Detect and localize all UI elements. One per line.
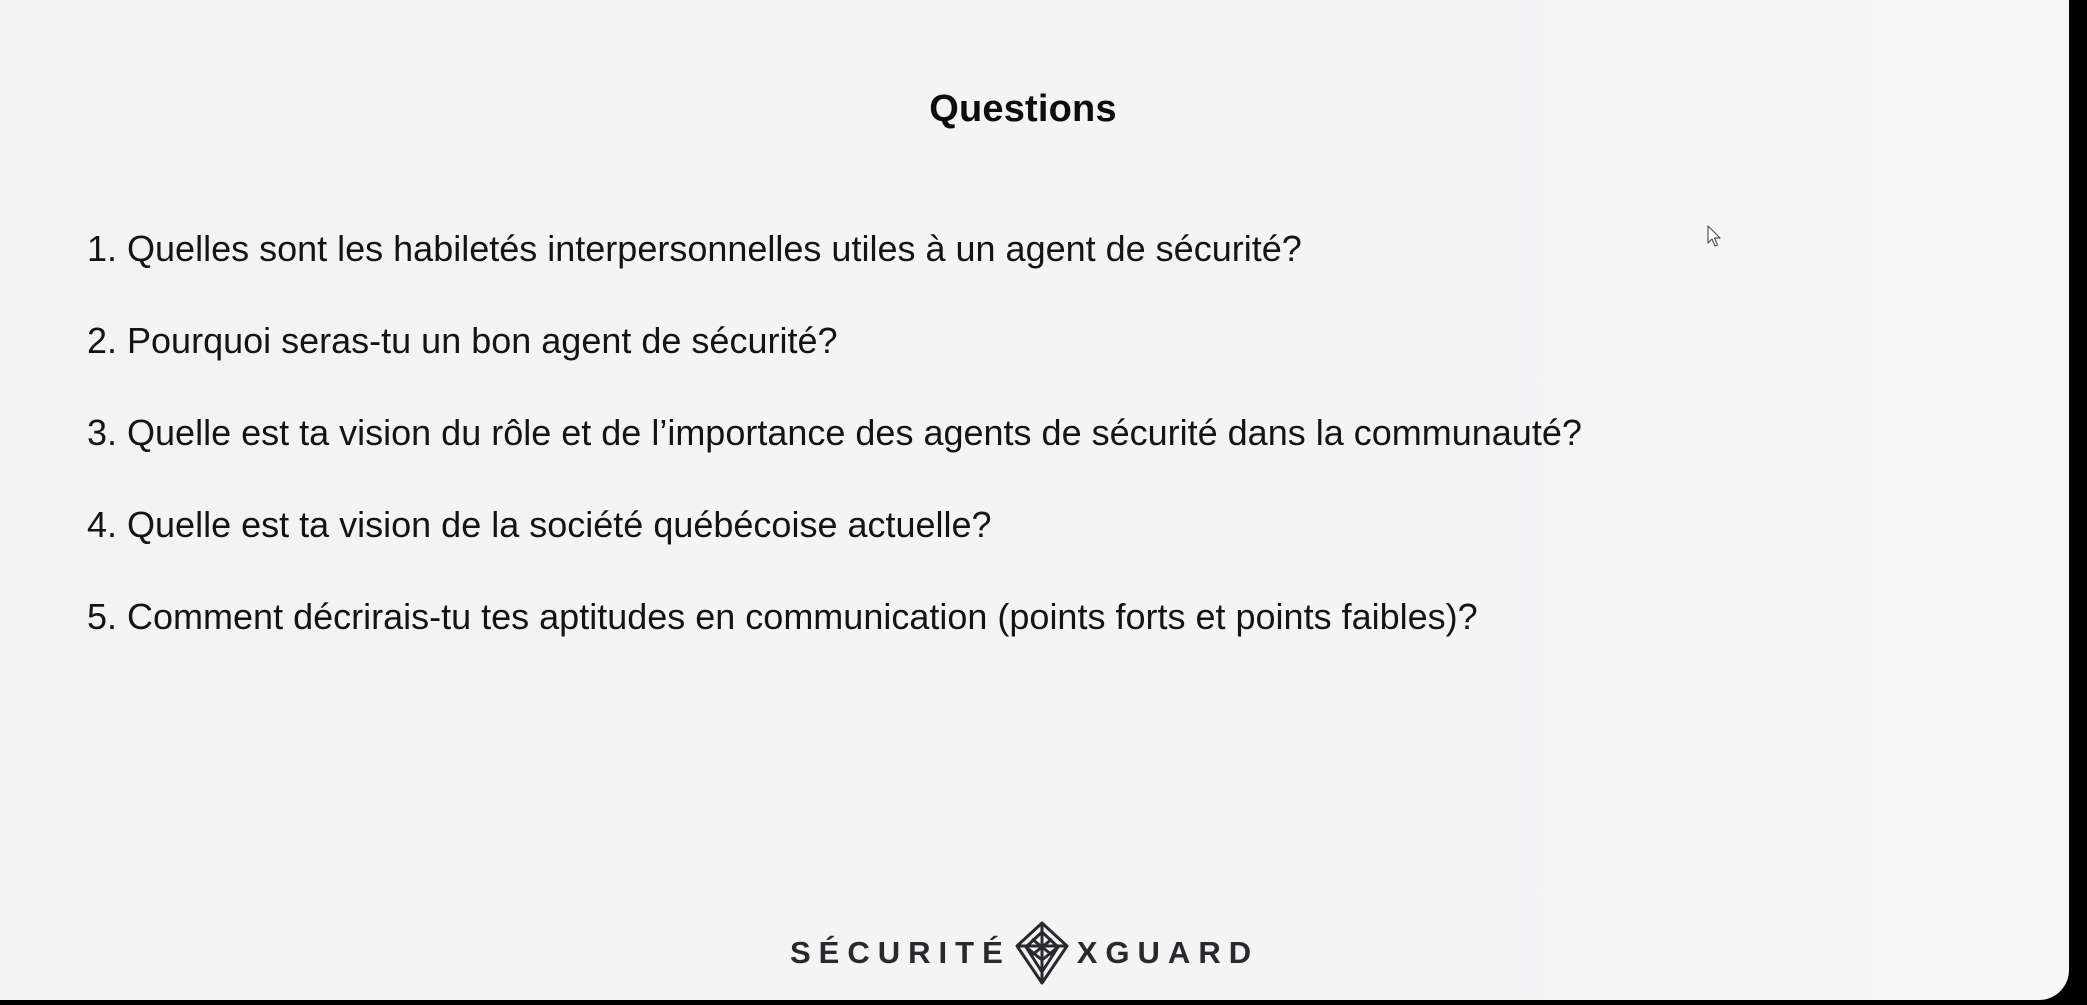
question-item: 4. Quelle est ta vision de la société qu… [87, 504, 992, 545]
brand-logo: SÉCURITÉ XGUARD [790, 920, 1259, 986]
question-item: 1. Quelles sont les habiletés interperso… [87, 228, 1302, 269]
shield-emblem-icon [1015, 921, 1069, 985]
brand-word-xguard: XGUARD [1076, 935, 1260, 970]
question-list: 1. Quelles sont les habiletés interperso… [87, 222, 1582, 682]
presentation-slide: Questions 1. Quelles sont les habiletés … [0, 0, 2069, 1000]
question-item: 2. Pourquoi seras-tu un bon agent de séc… [87, 320, 838, 361]
mouse-pointer-icon [1707, 225, 1721, 247]
question-item: 5. Comment décrirais-tu tes aptitudes en… [87, 596, 1478, 637]
question-item: 3. Quelle est ta vision du rôle et de l’… [87, 412, 1582, 453]
brand-word-securite: SÉCURITÉ [790, 935, 1011, 970]
slide-title: Questions [929, 88, 1117, 130]
